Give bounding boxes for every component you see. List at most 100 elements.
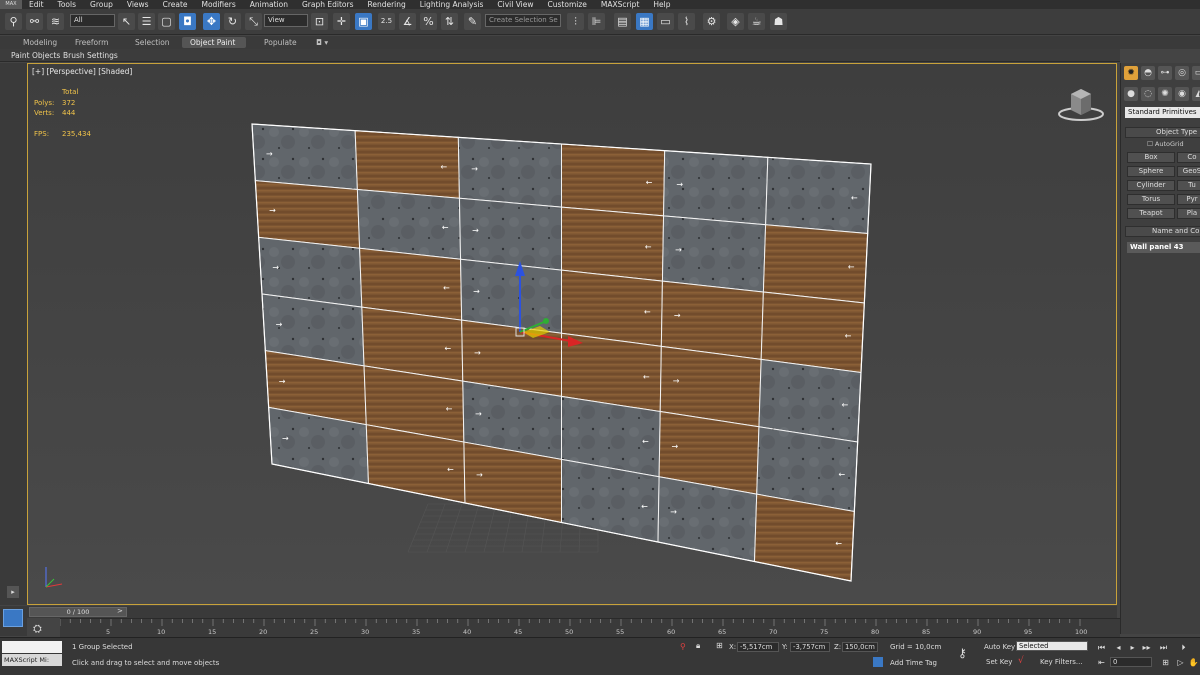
align-icon[interactable]: ⊫ bbox=[588, 13, 605, 30]
cylinder-button[interactable]: Cylinder bbox=[1127, 180, 1175, 191]
menu-views[interactable]: Views bbox=[120, 0, 156, 9]
menu-animation[interactable]: Animation bbox=[243, 0, 295, 9]
geosphere-button[interactable]: GeoS bbox=[1177, 166, 1200, 177]
maxscript-listener-input[interactable] bbox=[2, 641, 62, 653]
cone-button[interactable]: Co bbox=[1177, 152, 1200, 163]
select-rotate-icon[interactable]: ↻ bbox=[224, 13, 241, 30]
material-editor-icon[interactable]: ◈ bbox=[727, 13, 744, 30]
modify-tab-icon[interactable]: ◓ bbox=[1141, 66, 1155, 80]
select-scale-icon[interactable]: ⤡ bbox=[245, 13, 262, 30]
curve-editor-mini-icon[interactable]: ⛭ bbox=[33, 622, 42, 636]
time-slider-next-icon[interactable]: > bbox=[117, 607, 123, 615]
key-mode-icon[interactable]: ⏵ bbox=[1178, 642, 1189, 653]
viewcube-icon[interactable] bbox=[1058, 86, 1104, 122]
menu-customize[interactable]: Customize bbox=[541, 0, 594, 9]
select-move-icon[interactable]: ✥ bbox=[203, 13, 220, 30]
go-to-start-icon[interactable]: ⏮ bbox=[1096, 642, 1107, 653]
bind-spacewarp-icon[interactable]: ≋ bbox=[47, 13, 64, 30]
window-crossing-icon[interactable]: ◘ bbox=[179, 13, 196, 30]
isolate-selection-icon[interactable]: ⚲ bbox=[680, 642, 686, 651]
scene-explorer-icon[interactable]: ▦ bbox=[636, 13, 653, 30]
paint-objects-panel[interactable]: Paint Objects bbox=[11, 50, 60, 61]
current-frame-field[interactable]: 0 bbox=[1110, 657, 1152, 667]
menu-create[interactable]: Create bbox=[156, 0, 195, 9]
tab-modeling[interactable]: Modeling bbox=[15, 37, 65, 48]
time-tag-icon[interactable] bbox=[873, 657, 883, 667]
wood-panel[interactable] bbox=[660, 280, 764, 360]
add-time-tag[interactable]: Add Time Tag bbox=[890, 658, 937, 668]
y-coordinate-field[interactable]: -3,757cm bbox=[790, 642, 830, 652]
maxscript-mini-label[interactable]: MAXScript Mi: bbox=[2, 654, 62, 666]
menu-lighting-analysis[interactable]: Lighting Analysis bbox=[413, 0, 491, 9]
menu-group[interactable]: Group bbox=[83, 0, 120, 9]
spinner-snap-icon[interactable]: ⇅ bbox=[441, 13, 458, 30]
select-by-name-icon[interactable]: ☰ bbox=[138, 13, 155, 30]
tab-object-paint[interactable]: Object Paint bbox=[182, 37, 246, 48]
perspective-viewport[interactable]: → ← → ← → ← → ← → ← → ← → ← → ← → ← → ← → ← → ← → ← → ← → ← → ← → ← → ← [+]… bbox=[27, 63, 1117, 605]
absolute-mode-icon[interactable]: ⊞ bbox=[716, 641, 723, 650]
key-tangent-icon[interactable]: √ bbox=[1018, 656, 1024, 666]
torus-button[interactable]: Torus bbox=[1127, 194, 1175, 205]
menu-help[interactable]: Help bbox=[646, 0, 677, 9]
menu-tools[interactable]: Tools bbox=[51, 0, 83, 9]
tab-selection[interactable]: Selection bbox=[127, 37, 178, 48]
track-bar[interactable]: 5 10 15 20 25 30 35 40 45 50 55 60 65 70 75 80 85 90 95 100 bbox=[60, 618, 1120, 637]
create-tab-icon[interactable]: ✹ bbox=[1124, 66, 1138, 80]
x-coordinate-field[interactable]: -5,517cm bbox=[737, 642, 779, 652]
app-logo[interactable]: MAX bbox=[0, 0, 22, 9]
auto-key-button[interactable]: Auto Key bbox=[984, 642, 1015, 652]
schematic-view-icon[interactable]: ⚙ bbox=[703, 13, 720, 30]
tab-freeform[interactable]: Freeform bbox=[67, 37, 116, 48]
reference-coord-dropdown[interactable]: View bbox=[264, 14, 308, 27]
lights-icon[interactable]: ✺ bbox=[1158, 87, 1172, 101]
tube-button[interactable]: Tu bbox=[1177, 180, 1200, 191]
zoom-extents-icon[interactable]: ▷ bbox=[1175, 657, 1186, 668]
pan-view-icon[interactable]: ✋ bbox=[1188, 657, 1199, 668]
menu-rendering[interactable]: Rendering bbox=[360, 0, 412, 9]
time-slider[interactable]: 0 / 100 bbox=[29, 607, 127, 617]
geometry-icon[interactable]: ● bbox=[1124, 87, 1138, 101]
render-icon[interactable]: ☗ bbox=[770, 13, 787, 30]
display-tab-icon[interactable]: ▭ bbox=[1192, 66, 1200, 80]
render-setup-icon[interactable]: ☕ bbox=[748, 13, 765, 30]
menu-maxscript[interactable]: MAXScript bbox=[594, 0, 647, 9]
plane-button[interactable]: Pla bbox=[1177, 208, 1200, 219]
sphere-button[interactable]: Sphere bbox=[1127, 166, 1175, 177]
previous-frame-icon[interactable]: ◂ bbox=[1113, 642, 1124, 653]
next-frame-icon[interactable]: ▸▸ bbox=[1141, 642, 1152, 653]
box-button[interactable]: Box bbox=[1127, 152, 1175, 163]
z-coordinate-field[interactable]: 150,0cm bbox=[842, 642, 878, 652]
menu-civil-view[interactable]: Civil View bbox=[490, 0, 540, 9]
pivot-center-icon[interactable]: ⊡ bbox=[311, 13, 328, 30]
select-object-icon[interactable]: ↖ bbox=[118, 13, 135, 30]
key-selection-dropdown[interactable]: Selected bbox=[1016, 641, 1088, 651]
set-key-button[interactable]: Set Key bbox=[986, 657, 1012, 667]
object-type-rollout[interactable]: Object Type bbox=[1125, 127, 1200, 138]
link-icon[interactable]: ⚲ bbox=[5, 13, 22, 30]
category-dropdown[interactable]: Standard Primitives bbox=[1125, 107, 1200, 118]
play-icon[interactable]: ▸ bbox=[1127, 642, 1138, 653]
snap-toggle-icon[interactable]: 2.5 bbox=[378, 13, 395, 30]
curve-editor-icon[interactable]: ⌇ bbox=[678, 13, 695, 30]
ribbon-options-icon[interactable]: ◘ ▾ bbox=[308, 37, 336, 48]
shapes-icon[interactable]: ◌ bbox=[1141, 87, 1155, 101]
pyramid-button[interactable]: Pyr bbox=[1177, 194, 1200, 205]
menu-edit[interactable]: Edit bbox=[22, 0, 51, 9]
viewport-label[interactable]: [+] [Perspective] [Shaded] bbox=[32, 67, 132, 76]
motion-tab-icon[interactable]: ◎ bbox=[1175, 66, 1189, 80]
cameras-icon[interactable]: ◉ bbox=[1175, 87, 1189, 101]
name-color-rollout[interactable]: Name and Color bbox=[1125, 226, 1200, 237]
named-selection-input[interactable]: Create Selection Se bbox=[485, 14, 561, 27]
angle-snap-icon[interactable]: ∡ bbox=[399, 13, 416, 30]
time-config-icon[interactable] bbox=[3, 609, 23, 627]
set-key-icon[interactable]: ⚷ bbox=[958, 646, 967, 660]
hierarchy-tab-icon[interactable]: ⊶ bbox=[1158, 66, 1172, 80]
menu-modifiers[interactable]: Modifiers bbox=[195, 0, 243, 9]
nav-key-icon[interactable]: ⇤ bbox=[1096, 657, 1107, 668]
layer-explorer-icon[interactable]: ▤ bbox=[614, 13, 631, 30]
time-config-button-icon[interactable]: ⊞ bbox=[1160, 657, 1171, 668]
selection-lock-icon[interactable]: 🔒︎ bbox=[696, 641, 700, 651]
teapot-button[interactable]: Teapot bbox=[1127, 208, 1175, 219]
mirror-icon[interactable]: ⫶ bbox=[567, 13, 584, 30]
object-name-field[interactable]: Wall panel 43 bbox=[1127, 242, 1200, 253]
